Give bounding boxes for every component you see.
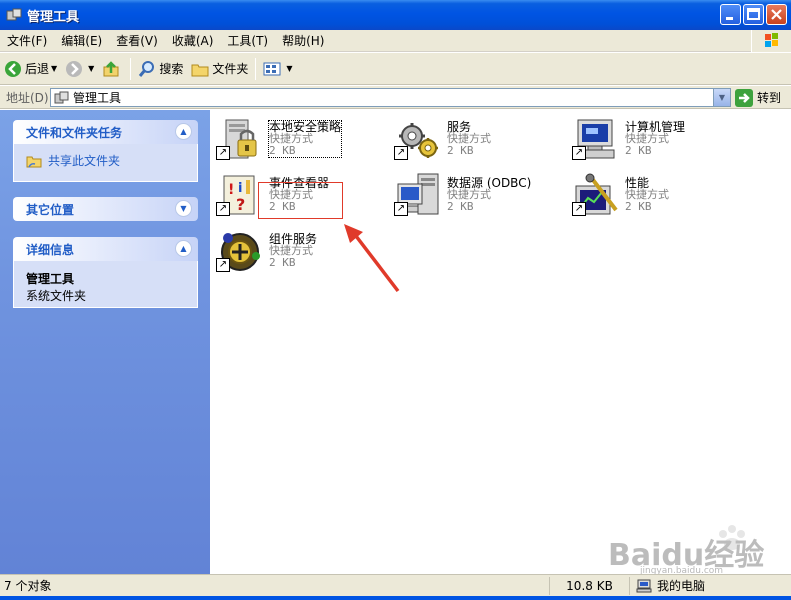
shortcut-arrow-icon: ↗ [572, 146, 586, 160]
minimize-icon [726, 17, 733, 20]
item-size: 2 KB [269, 144, 296, 157]
menu-help[interactable]: 帮助(H) [275, 30, 331, 52]
back-label: 后退 [25, 62, 50, 76]
menu-file[interactable]: 文件(F) [0, 30, 54, 52]
menu-bar: 文件(F) 编辑(E) 查看(V) 收藏(A) 工具(T) 帮助(H) [0, 30, 791, 52]
share-folder-link[interactable]: 共享此文件夹 [26, 152, 185, 169]
svg-text:?: ? [236, 195, 245, 214]
windows-logo-icon [751, 30, 791, 52]
shortcut-arrow-icon: ↗ [572, 202, 586, 216]
file-tasks-title: 文件和文件夹任务 [26, 125, 123, 140]
back-arrow-icon [4, 60, 22, 78]
menu-favorites[interactable]: 收藏(A) [165, 30, 221, 52]
up-folder-button[interactable] [98, 56, 127, 82]
svg-text:!: ! [228, 182, 234, 198]
up-folder-icon [102, 60, 120, 78]
shortcut-arrow-icon: ↗ [394, 202, 408, 216]
folders-button[interactable]: 文件夹 [187, 56, 252, 82]
forward-dropdown-icon[interactable]: ▼ [88, 64, 94, 73]
status-bar: 7 个对象 10.8 KB 我的电脑 [0, 574, 791, 596]
address-input[interactable]: 管理工具 ▼ [50, 88, 731, 107]
menu-view[interactable]: 查看(V) [109, 30, 165, 52]
close-icon [771, 9, 782, 20]
list-item[interactable]: ↗ 数据源 (ODBC) 快捷方式 2 KB [390, 170, 560, 222]
folders-label: 文件夹 [212, 62, 249, 76]
detail-type: 系统文件夹 [26, 289, 87, 303]
menu-tools[interactable]: 工具(T) [220, 30, 275, 52]
file-tasks-body: 共享此文件夹 [13, 144, 198, 182]
back-button[interactable]: 后退 ▼ [0, 56, 61, 82]
back-dropdown-icon[interactable]: ▼ [51, 64, 57, 73]
detail-name: 管理工具 [26, 272, 75, 286]
address-label: 地址(D) [6, 90, 49, 105]
list-item[interactable]: ↗ 本地安全策略 快捷方式 2 KB [212, 114, 382, 166]
status-size: 10.8 KB [550, 576, 630, 595]
file-tasks-header[interactable]: 文件和文件夹任务 ▲ [13, 120, 198, 144]
other-places-header[interactable]: 其它位置 ▼ [13, 197, 198, 221]
window-title: 管理工具 [27, 9, 80, 25]
status-zone-label: 我的电脑 [657, 579, 706, 593]
highlight-box [258, 182, 343, 219]
views-dropdown-icon[interactable]: ▼ [286, 64, 292, 73]
share-folder-label: 共享此文件夹 [48, 154, 121, 168]
go-button[interactable]: 转到 [735, 88, 781, 107]
status-zone: 我的电脑 [630, 577, 791, 595]
search-button[interactable]: 搜索 [134, 56, 187, 82]
list-item[interactable]: ↗ 性能 快捷方式 2 KB [568, 170, 738, 222]
shortcut-arrow-icon: ↗ [216, 202, 230, 216]
window-bottom-border [0, 596, 791, 600]
shortcut-arrow-icon: ↗ [216, 146, 230, 160]
file-tasks-panel: 文件和文件夹任务 ▲ 共享此文件夹 [13, 120, 198, 182]
collapse-up-icon[interactable]: ▲ [175, 240, 192, 257]
forward-button[interactable]: ▼ [61, 56, 98, 82]
go-label: 转到 [757, 91, 782, 105]
folder-icon [191, 60, 209, 78]
admin-tools-icon [6, 7, 22, 23]
item-size: 2 KB [447, 200, 474, 213]
details-body: 管理工具 系统文件夹 [13, 261, 198, 308]
details-panel: 详细信息 ▲ 管理工具 系统文件夹 [13, 237, 198, 308]
list-item[interactable]: ↗ 计算机管理 快捷方式 2 KB [568, 114, 738, 166]
close-button[interactable] [766, 4, 787, 25]
admin-tools-icon [54, 91, 70, 105]
item-size: 2 KB [625, 144, 652, 157]
views-icon [263, 60, 281, 78]
item-size: 2 KB [269, 256, 296, 269]
my-computer-icon [636, 579, 652, 593]
details-title: 详细信息 [26, 242, 75, 257]
other-places-title: 其它位置 [26, 202, 75, 217]
views-button[interactable]: ▼ [259, 56, 296, 82]
item-size: 2 KB [447, 144, 474, 157]
shortcut-arrow-icon: ↗ [394, 146, 408, 160]
status-count: 7 个对象 [0, 576, 550, 595]
list-item[interactable]: ↗ 组件服务 快捷方式 2 KB [212, 226, 382, 278]
details-header[interactable]: 详细信息 ▲ [13, 237, 198, 261]
other-places-panel: 其它位置 ▼ [13, 197, 198, 221]
address-value: 管理工具 [73, 91, 122, 105]
address-bar: 地址(D) 管理工具 ▼ 转到 [0, 86, 791, 109]
search-icon [138, 60, 156, 78]
shared-folder-icon [26, 154, 42, 168]
go-arrow-icon [735, 88, 753, 107]
menu-edit[interactable]: 编辑(E) [54, 30, 109, 52]
svg-text:i: i [238, 181, 242, 196]
shortcut-arrow-icon: ↗ [216, 258, 230, 272]
title-bar[interactable]: 管理工具 [0, 0, 791, 30]
expand-down-icon[interactable]: ▼ [175, 200, 192, 217]
address-dropdown-icon[interactable]: ▼ [713, 89, 730, 106]
toolbar-separator [255, 57, 257, 80]
collapse-up-icon[interactable]: ▲ [175, 123, 192, 140]
minimize-button[interactable] [720, 4, 741, 25]
maximize-button[interactable] [743, 4, 764, 25]
maximize-icon [747, 8, 760, 20]
list-item[interactable]: ↗ 服务 快捷方式 2 KB [390, 114, 560, 166]
toolbar: 后退 ▼ ▼ 搜索 文件夹 ▼ [0, 53, 791, 85]
task-pane: 文件和文件夹任务 ▲ 共享此文件夹 其它位置 ▼ 详细信息 ▲ 管理工具 系统文… [0, 110, 210, 574]
forward-arrow-icon [65, 60, 83, 78]
search-label: 搜索 [159, 62, 184, 76]
item-size: 2 KB [625, 200, 652, 213]
toolbar-separator [130, 57, 132, 80]
